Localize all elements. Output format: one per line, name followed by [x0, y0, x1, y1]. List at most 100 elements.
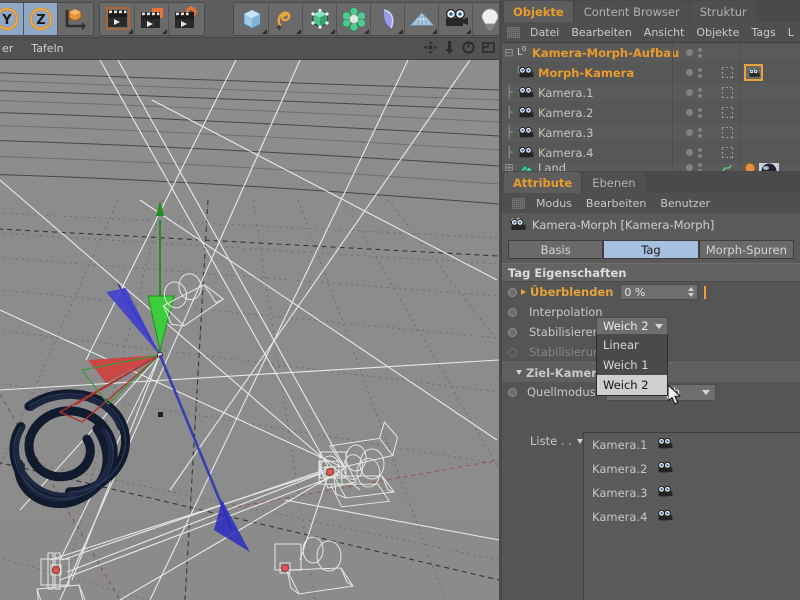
animation-dot-icon[interactable] — [508, 308, 517, 317]
material-tag-icon[interactable] — [744, 163, 756, 171]
table-row[interactable]: ├ Kamera.3 — [502, 123, 800, 143]
animation-dot-icon[interactable] — [508, 328, 517, 337]
dropdown-option-weich-1[interactable]: Weich 1 — [597, 355, 667, 375]
enable-dot-icon[interactable] — [686, 129, 693, 136]
tab-content-browser[interactable]: Content Browser — [575, 1, 689, 22]
tab-tag[interactable]: Tag — [603, 240, 698, 259]
render-settings-icon[interactable] — [169, 3, 203, 35]
enable-dot-icon[interactable] — [686, 69, 693, 76]
render-region-icon[interactable] — [135, 3, 169, 35]
om-menu-ansicht[interactable]: Ansicht — [638, 26, 691, 39]
material-sphere-icon[interactable] — [759, 163, 779, 171]
enable-dot-icon[interactable] — [686, 49, 693, 56]
floor-icon[interactable] — [405, 3, 439, 35]
visibility-dots[interactable] — [672, 103, 714, 122]
tag-slot[interactable] — [740, 163, 800, 171]
expand-arrow-icon[interactable] — [521, 289, 526, 295]
visibility-toggle-icon[interactable] — [698, 108, 702, 118]
bend-deformer-icon[interactable] — [371, 3, 405, 35]
enable-dot-icon[interactable] — [686, 164, 693, 171]
drag-grip-icon[interactable] — [507, 27, 520, 38]
visibility-dots[interactable] — [672, 143, 714, 162]
perspective-viewport[interactable] — [0, 60, 499, 600]
visibility-toggle-icon[interactable] — [698, 148, 702, 158]
liste-collapse-arrow-icon[interactable] — [577, 439, 583, 444]
viewport-menu-item-1[interactable]: Tafeln — [22, 42, 72, 55]
rotate-view-icon[interactable] — [462, 41, 475, 57]
visibility-toggle-icon[interactable] — [698, 48, 702, 58]
table-row[interactable]: ⊞ Land — [502, 163, 800, 171]
cube-icon[interactable] — [235, 3, 269, 35]
om-menu-bearbeiten[interactable]: Bearbeiten — [565, 26, 637, 39]
am-menu-modus[interactable]: Modus — [529, 197, 579, 210]
table-row[interactable]: ├ Kamera.4 — [502, 143, 800, 163]
interpolation-dropdown[interactable]: Weich 2 Linear Weich 1 Weich 2 — [596, 317, 668, 396]
axis-y-lock-icon[interactable]: Y — [0, 3, 24, 35]
ueberblenden-input[interactable]: 0 % — [620, 284, 698, 300]
dropdown-option-linear[interactable]: Linear — [597, 335, 667, 355]
visibility-dots[interactable] — [672, 63, 714, 82]
move-view-icon[interactable] — [424, 41, 437, 57]
tag-slot[interactable] — [740, 63, 800, 82]
list-item[interactable]: Kamera.3 — [584, 481, 800, 505]
visibility-toggle-icon[interactable] — [698, 88, 702, 98]
animation-dot-icon[interactable] — [508, 348, 517, 357]
table-row[interactable]: └ Morph-Kamera — [502, 63, 800, 83]
ziel-kamera-list[interactable]: Kamera.1 Kamera.2 Kamera.3 Kamera.4 — [583, 432, 800, 600]
om-menu-tags[interactable]: Tags — [745, 26, 781, 39]
om-menu-datei[interactable]: Datei — [524, 26, 565, 39]
spline-icon[interactable] — [269, 3, 303, 35]
animation-dot-icon[interactable] — [508, 388, 517, 397]
tab-struktur[interactable]: Struktur — [691, 1, 756, 22]
visibility-dots[interactable] — [672, 43, 714, 62]
tag-slot[interactable] — [740, 143, 800, 162]
visibility-dots[interactable] — [672, 83, 714, 102]
tab-objekte[interactable]: Objekte — [504, 1, 573, 22]
tree-toggle-icon[interactable]: ⊟ — [502, 46, 516, 59]
om-menu-objekte[interactable]: Objekte — [690, 26, 745, 39]
om-menu-lesezeichen[interactable]: L — [782, 26, 800, 39]
tag-slot[interactable] — [740, 123, 800, 142]
visibility-dots[interactable] — [672, 163, 714, 171]
tag-slot[interactable] — [740, 83, 800, 102]
tab-morph-spuren[interactable]: Morph-Spuren — [699, 240, 794, 259]
am-menu-benutzer[interactable]: Benutzer — [653, 197, 717, 210]
camera-morph-tag-icon[interactable] — [744, 64, 763, 81]
am-menu-bearbeiten[interactable]: Bearbeiten — [579, 197, 653, 210]
scale-view-icon[interactable] — [444, 41, 455, 57]
tree-toggle-icon[interactable]: ⊞ — [502, 163, 516, 171]
enable-dot-icon[interactable] — [686, 89, 693, 96]
tag-slot[interactable] — [740, 43, 800, 62]
table-row[interactable]: ├ Kamera.2 — [502, 103, 800, 123]
dropdown-option-weich-2[interactable]: Weich 2 — [597, 375, 667, 395]
render-view-icon[interactable] — [101, 3, 135, 35]
visibility-dots[interactable] — [672, 123, 714, 142]
drag-grip-icon[interactable] — [512, 198, 525, 209]
object-manager-list[interactable]: ⊟ L0 Kamera-Morph-Aufbau └ — [502, 43, 800, 171]
tag-slot[interactable] — [740, 103, 800, 122]
layout-view-icon[interactable] — [482, 41, 495, 57]
list-item[interactable]: Kamera.4 — [584, 505, 800, 529]
animation-dot-icon[interactable] — [508, 288, 517, 297]
object-axis-icon[interactable] — [58, 3, 92, 35]
axis-z-lock-icon[interactable]: Z — [24, 3, 58, 35]
visibility-toggle-icon[interactable] — [698, 68, 702, 78]
tab-ebenen[interactable]: Ebenen — [583, 172, 644, 193]
viewport-menu-item-0[interactable]: er — [0, 42, 22, 55]
enable-dot-icon[interactable] — [686, 149, 693, 156]
visibility-toggle-icon[interactable] — [698, 163, 702, 171]
interpolation-dropdown-head[interactable]: Weich 2 — [596, 317, 668, 335]
array-icon[interactable] — [337, 3, 371, 35]
list-item[interactable]: Kamera.2 — [584, 457, 800, 481]
list-item[interactable]: Kamera.1 — [584, 433, 800, 457]
collapse-arrow-icon[interactable] — [516, 370, 522, 375]
tab-attribute[interactable]: Attribute — [504, 172, 581, 193]
tab-basis[interactable]: Basis — [508, 240, 603, 259]
camera-icon[interactable] — [439, 3, 473, 35]
hyper-nurbs-icon[interactable] — [303, 3, 337, 35]
table-row[interactable]: ⊟ L0 Kamera-Morph-Aufbau — [502, 43, 800, 63]
table-row[interactable]: ├ Kamera.1 — [502, 83, 800, 103]
enable-dot-icon[interactable] — [686, 109, 693, 116]
spline-tag-icon[interactable] — [722, 163, 732, 171]
spinner-icon[interactable] — [688, 287, 694, 297]
